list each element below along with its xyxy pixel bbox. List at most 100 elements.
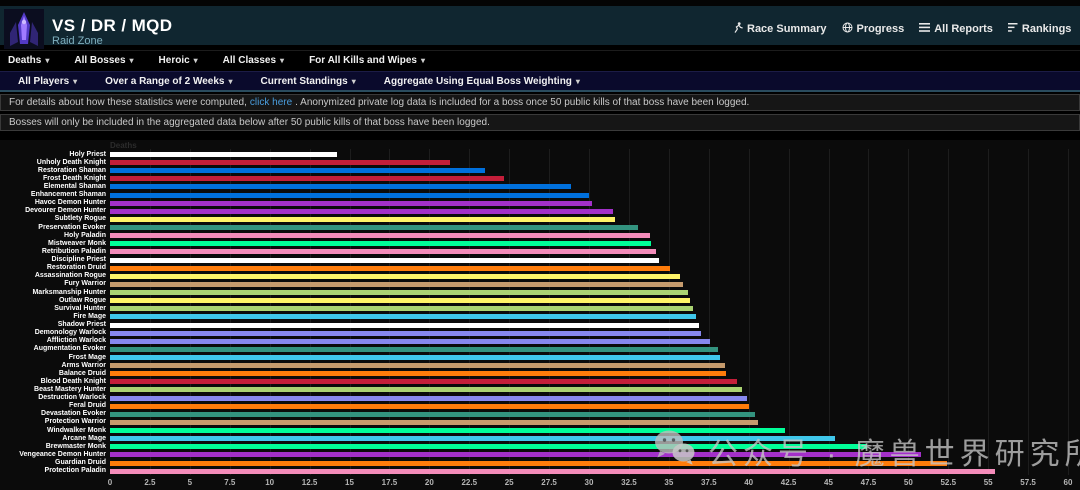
category-label-devourer-demon-hunter: Devourer Demon Hunter bbox=[25, 207, 106, 215]
chevron-down-icon: ▾ bbox=[193, 56, 198, 65]
x-axis-tick-label: 15 bbox=[345, 478, 354, 487]
chevron-down-icon: ▾ bbox=[420, 56, 425, 65]
category-label-holy-paladin: Holy Paladin bbox=[63, 231, 106, 239]
category-label-elemental-shaman: Elemental Shaman bbox=[43, 182, 106, 190]
chevron-down-icon: ▾ bbox=[45, 56, 50, 65]
category-label-unholy-death-knight: Unholy Death Knight bbox=[36, 158, 106, 166]
category-label-beast-mastery-hunter: Beast Mastery Hunter bbox=[34, 385, 106, 393]
bar-devastation-evoker bbox=[110, 411, 756, 417]
filter-label: Aggregate Using Equal Boss Weighting bbox=[383, 75, 572, 87]
x-axis-tick-label: 40 bbox=[744, 478, 754, 487]
filter-all-classes[interactable]: All Classes ▾ bbox=[223, 55, 284, 66]
chevron-down-icon: ▾ bbox=[575, 76, 580, 86]
bar-frost-death-knight bbox=[110, 176, 505, 182]
bar-brewmaster-monk bbox=[110, 444, 867, 450]
gridline bbox=[948, 149, 950, 475]
runner-icon bbox=[733, 22, 743, 36]
filter-label: Heroic bbox=[158, 55, 190, 66]
category-label-fire-mage: Fire Mage bbox=[73, 312, 106, 320]
category-label-fury-warrior: Fury Warrior bbox=[64, 280, 106, 288]
bar-destruction-warlock bbox=[110, 395, 748, 401]
gridline bbox=[589, 149, 590, 475]
raid-zone-logo[interactable] bbox=[4, 9, 44, 49]
category-label-holy-priest: Holy Priest bbox=[69, 150, 106, 158]
nav-all-reports[interactable]: All Reports bbox=[919, 22, 993, 36]
filter-for-all-kills-and-wipes[interactable]: For All Kills and Wipes ▾ bbox=[309, 55, 425, 66]
filter-deaths[interactable]: Deaths ▾ bbox=[8, 55, 49, 66]
filter-label: Current Standings bbox=[260, 75, 348, 87]
nav-rankings[interactable]: Rankings bbox=[1007, 22, 1071, 36]
category-label-survival-hunter: Survival Hunter bbox=[54, 304, 106, 312]
x-axis-tick-label: 2.5 bbox=[144, 478, 156, 487]
gridline bbox=[708, 149, 710, 475]
category-label-augmentation-evoker: Augmentation Evoker bbox=[33, 345, 106, 353]
category-label-assassination-rogue: Assassination Rogue bbox=[34, 272, 106, 280]
category-label-protection-warrior: Protection Warrior bbox=[44, 418, 106, 426]
notice-text: For details about how these statistics w… bbox=[9, 97, 247, 108]
bar-survival-hunter bbox=[110, 306, 693, 312]
gridline bbox=[988, 149, 990, 475]
bar-blood-death-knight bbox=[110, 379, 738, 385]
category-label-brewmaster-monk: Brewmaster Monk bbox=[45, 442, 106, 450]
category-label-restoration-shaman: Restoration Shaman bbox=[37, 166, 106, 174]
gridline bbox=[309, 149, 311, 475]
gridline bbox=[908, 149, 910, 475]
app-header: VS / DR / MQD Raid Zone Race Summary Prog… bbox=[0, 6, 1080, 49]
category-label-havoc-demon-hunter: Havoc Demon Hunter bbox=[34, 199, 106, 207]
click-here-link[interactable]: click here bbox=[250, 97, 292, 108]
x-axis-tick-label: 5 bbox=[187, 478, 193, 487]
bar-subtlety-rogue bbox=[110, 216, 615, 222]
filter-label: For All Kills and Wipes bbox=[309, 55, 417, 66]
page-title: VS / DR / MQD bbox=[52, 16, 173, 35]
bar-arcane-mage bbox=[110, 436, 835, 442]
gridline bbox=[469, 149, 471, 475]
gridline bbox=[269, 149, 271, 475]
filter-all-players[interactable]: All Players ▾ bbox=[18, 76, 77, 87]
x-axis-tick-label: 10 bbox=[265, 478, 275, 487]
bar-restoration-shaman bbox=[110, 168, 486, 174]
notice-boss-inclusion: Bosses will only be included in the aggr… bbox=[0, 114, 1080, 131]
page-subtitle: Raid Zone bbox=[52, 35, 103, 47]
category-label-vengeance-demon-hunter: Vengeance Demon Hunter bbox=[19, 450, 106, 458]
bar-outlaw-rogue bbox=[110, 298, 690, 304]
x-axis-tick-label: 20 bbox=[424, 478, 434, 487]
nav-label: Race Summary bbox=[747, 23, 827, 35]
filter-current-standings[interactable]: Current Standings ▾ bbox=[261, 76, 356, 87]
filter-over-a-range-of-2-weeks[interactable]: Over a Range of 2 Weeks ▾ bbox=[105, 76, 232, 87]
bar-protection-paladin bbox=[110, 468, 995, 474]
chevron-down-icon: ▾ bbox=[280, 56, 285, 65]
bar-holy-paladin bbox=[110, 233, 650, 239]
x-axis-tick-label: 27.5 bbox=[541, 478, 557, 487]
category-label-arms-warrior: Arms Warrior bbox=[61, 361, 106, 369]
bar-holy-priest bbox=[110, 152, 337, 157]
gridline bbox=[229, 149, 231, 475]
bar-demonology-warlock bbox=[110, 330, 701, 336]
gridline bbox=[189, 149, 191, 475]
x-axis-tick-label: 60 bbox=[1063, 478, 1073, 487]
bar-beast-mastery-hunter bbox=[110, 387, 743, 393]
gridline bbox=[1068, 149, 1069, 475]
bar-shadow-priest bbox=[110, 322, 700, 328]
nav-progress[interactable]: Progress bbox=[842, 22, 904, 36]
filter-heroic[interactable]: Heroic ▾ bbox=[159, 55, 198, 66]
x-axis-tick-label: 42.5 bbox=[780, 478, 797, 487]
bar-frost-mage bbox=[110, 355, 720, 360]
x-axis-tick-label: 30 bbox=[584, 478, 594, 487]
category-label-feral-druid: Feral Druid bbox=[69, 402, 106, 410]
chevron-down-icon: ▾ bbox=[228, 76, 233, 86]
nav-race-summary[interactable]: Race Summary bbox=[733, 22, 827, 36]
filter-all-bosses[interactable]: All Bosses ▾ bbox=[74, 55, 133, 66]
bar-havoc-demon-hunter bbox=[110, 200, 593, 206]
category-label-enhancement-shaman: Enhancement Shaman bbox=[30, 191, 106, 199]
bar-vengeance-demon-hunter bbox=[110, 452, 922, 458]
top-nav: Race SummaryProgressAll ReportsRankingsS… bbox=[733, 22, 1080, 36]
notice-text-after: . Anonymized private log data is include… bbox=[295, 97, 750, 108]
gridline bbox=[628, 149, 630, 475]
filter-label: All Players bbox=[18, 75, 70, 87]
x-axis-tick-label: 45 bbox=[824, 478, 833, 487]
gridline bbox=[1028, 149, 1030, 475]
bar-mistweaver-monk bbox=[110, 241, 652, 247]
gridline bbox=[509, 149, 511, 475]
bar-feral-druid bbox=[110, 403, 749, 409]
filter-aggregate-using-equal-boss-weighting[interactable]: Aggregate Using Equal Boss Weighting ▾ bbox=[384, 76, 580, 87]
